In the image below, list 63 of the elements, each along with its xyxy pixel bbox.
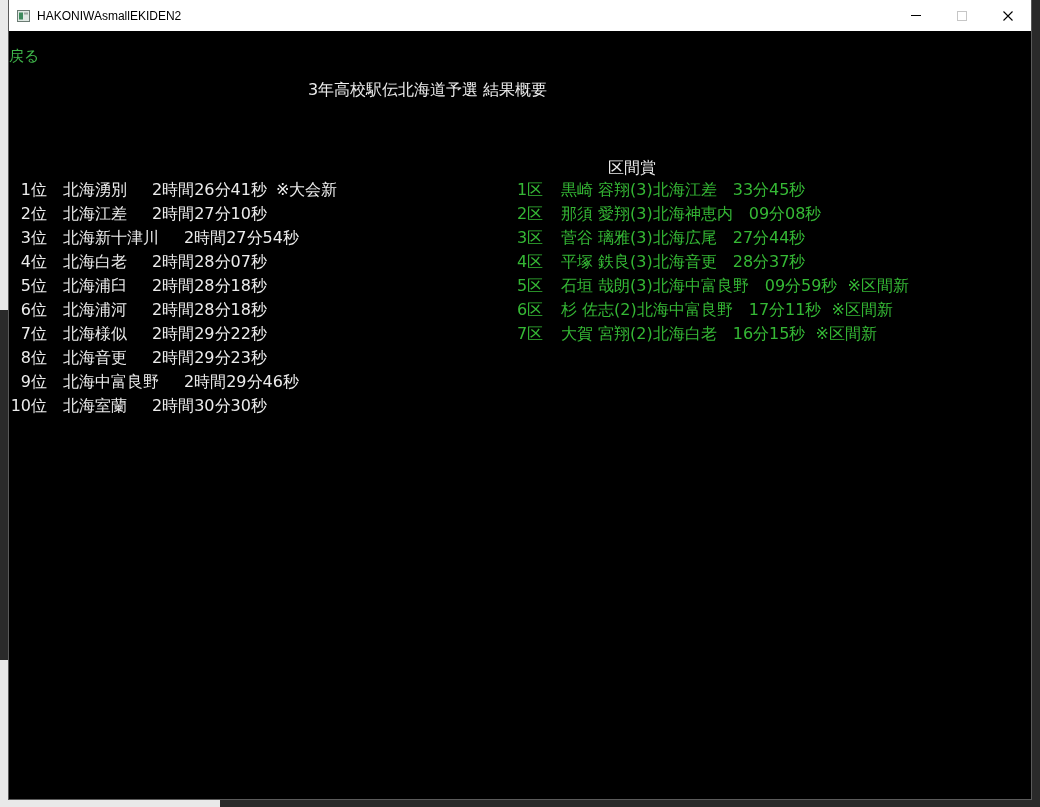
leg-time: 09分08秒 xyxy=(748,203,822,225)
runner-name: 平塚 鉄良(3)北海音更 xyxy=(561,251,717,273)
school-name: 北海新十津川 xyxy=(63,227,159,249)
finish-time: 2時間28分18秒 xyxy=(152,299,267,321)
record-note: ※区間新 xyxy=(831,299,893,321)
rank-label: 1位 xyxy=(19,179,47,201)
rank-label: 7位 xyxy=(19,323,47,345)
runner-name: 菅谷 璃雅(3)北海広尾 xyxy=(561,227,717,249)
rank-label: 8位 xyxy=(19,347,47,369)
leg-label: 1区 xyxy=(517,179,543,201)
leg-label: 5区 xyxy=(517,275,543,297)
school-name: 北海湧別 xyxy=(63,179,127,201)
leg-label: 4区 xyxy=(517,251,543,273)
maximize-icon xyxy=(957,10,967,21)
rank-label: 5位 xyxy=(19,275,47,297)
leg-time: 09分59秒 xyxy=(764,275,838,297)
finish-time: 2時間30分30秒 xyxy=(152,395,267,417)
school-name: 北海白老 xyxy=(63,251,127,273)
finish-time: 2時間29分23秒 xyxy=(152,347,267,369)
rank-label: 3位 xyxy=(19,227,47,249)
rank-label: 6位 xyxy=(19,299,47,321)
runner-name: 黒崎 容翔(3)北海江差 xyxy=(561,179,717,201)
runner-name: 大賀 宮翔(2)北海白老 xyxy=(561,323,717,345)
finish-time: 2時間27分10秒 xyxy=(152,203,267,225)
back-link[interactable]: 戻る xyxy=(9,46,39,66)
finish-time: 2時間29分22秒 xyxy=(152,323,267,345)
school-name: 北海中富良野 xyxy=(63,371,159,393)
leg-time: 16分15秒 xyxy=(732,323,806,345)
leg-time: 17分11秒 xyxy=(748,299,822,321)
school-name: 北海室蘭 xyxy=(63,395,127,417)
page-heading: 3年高校駅伝北海道予選 結果概要 xyxy=(308,80,548,99)
runner-name: 那須 愛翔(3)北海神恵内 xyxy=(561,203,733,225)
section-title: 区間賞 xyxy=(608,158,656,177)
finish-time: 2時間27分54秒 xyxy=(184,227,299,249)
school-name: 北海江差 xyxy=(63,203,127,225)
runner-name: 杉 佐志(2)北海中富良野 xyxy=(561,299,733,321)
leg-label: 6区 xyxy=(517,299,543,321)
school-name: 北海音更 xyxy=(63,347,127,369)
school-name: 北海様似 xyxy=(63,323,127,345)
record-note: ※区間新 xyxy=(815,323,877,345)
rank-label: 10位 xyxy=(9,395,47,417)
leg-label: 2区 xyxy=(517,203,543,225)
leg-label: 3区 xyxy=(517,227,543,249)
rank-label: 9位 xyxy=(19,371,47,393)
school-name: 北海浦臼 xyxy=(63,275,127,297)
record-note: ※区間新 xyxy=(847,275,909,297)
leg-time: 27分44秒 xyxy=(732,227,806,249)
finish-time: 2時間26分41秒 xyxy=(152,179,267,201)
finish-time: 2時間29分46秒 xyxy=(184,371,299,393)
leg-label: 7区 xyxy=(517,323,543,345)
school-name: 北海浦河 xyxy=(63,299,127,321)
rank-label: 2位 xyxy=(19,203,47,225)
window-title: HAKONIWAsmallEKIDEN2 xyxy=(37,7,182,24)
runner-name: 石垣 哉朗(3)北海中富良野 xyxy=(561,275,749,297)
leg-time: 33分45秒 xyxy=(732,179,806,201)
rank-label: 4位 xyxy=(19,251,47,273)
close-icon xyxy=(1003,10,1013,21)
app-icon xyxy=(17,9,30,22)
finish-time: 2時間28分18秒 xyxy=(152,275,267,297)
leg-time: 28分37秒 xyxy=(732,251,806,273)
finish-time: 2時間28分07秒 xyxy=(152,251,267,273)
minimize-icon xyxy=(911,15,921,16)
record-note: ※大会新 xyxy=(275,179,338,201)
